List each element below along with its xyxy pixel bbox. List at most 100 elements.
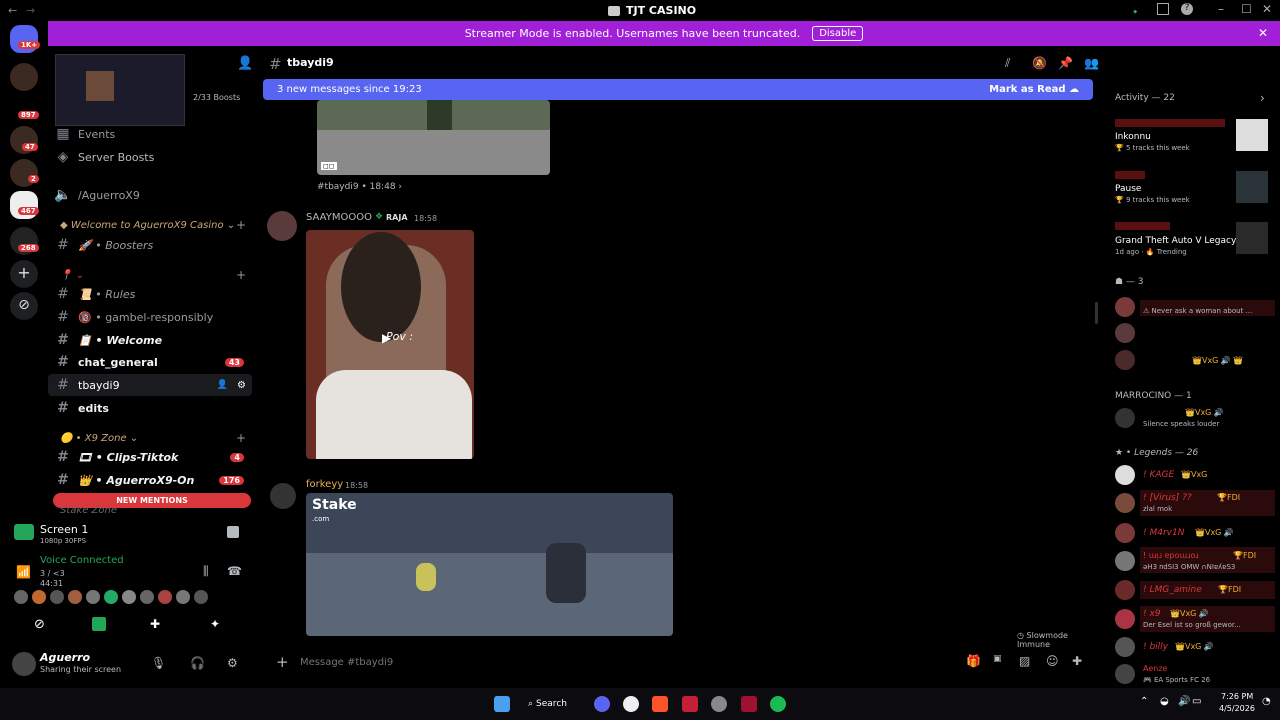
volume-icon[interactable]: 🔊 [1178,696,1190,707]
stream-preview[interactable] [55,54,185,126]
channel-aguerro-on[interactable]: # 👑 • AguerroX9-On 176 [48,469,252,491]
apps-icon[interactable]: ✚ [1072,654,1082,668]
avatar[interactable] [1115,523,1135,543]
avatar[interactable] [12,652,36,676]
server-icon-1[interactable] [10,63,38,91]
attach-plus-icon[interactable]: + [276,653,289,671]
invite-icon[interactable]: 👤 [237,56,253,71]
obs-taskbar-icon[interactable] [711,696,727,712]
sticker-icon[interactable]: ▨ [1019,654,1030,668]
minimize-icon[interactable]: – [1218,2,1224,16]
microphone-icon[interactable]: 🎙 [151,656,166,670]
member-name[interactable]: ! [Virus] ?? [1143,493,1192,503]
thread-link[interactable]: #tbaydi9 • 18:48 › [317,182,402,192]
mark-as-read-button[interactable]: Mark as Read ☁ [989,84,1079,95]
notifications-off-icon[interactable]: 🔕 [1032,56,1047,70]
notification-icon[interactable]: ◔ [1262,696,1271,707]
message-input[interactable] [300,654,900,670]
avatar[interactable] [1115,493,1135,513]
channel-welcome[interactable]: # 📋 • Welcome [48,329,252,351]
video-attachment-3[interactable]: Stake .com [306,493,673,636]
invite-member-icon[interactable]: 👤 [217,380,228,390]
avatar[interactable] [1115,465,1135,485]
play-icon[interactable]: ▶ [382,331,391,345]
battery-icon[interactable]: ▭ [1192,696,1201,707]
close-window-icon[interactable]: ✕ [1262,2,1272,16]
channel-edits[interactable]: # edits [48,397,252,419]
close-banner-icon[interactable]: ✕ [1258,26,1268,40]
member-name[interactable]: ! KAGE [1143,470,1174,480]
user-settings-icon[interactable]: ⚙ [227,656,238,670]
message-author[interactable]: forkeyy [306,479,343,490]
message-author[interactable]: SAAYMOOOO [306,212,372,223]
disconnect-icon[interactable]: ☎ [227,564,242,578]
back-icon[interactable]: ← [8,4,17,17]
member-list-icon[interactable]: 👥 [1084,56,1099,70]
clock-date[interactable]: 4/5/2026 [1219,704,1255,713]
gift-icon[interactable]: 🎁 [966,654,981,668]
channel-rules[interactable]: # 📜 • Rules [48,283,252,305]
maximize-icon[interactable]: ☐ [1241,2,1252,16]
member-name[interactable]: ! M4rv1N [1143,528,1184,538]
video-attachment-2[interactable]: Pov : ▶ [306,230,474,459]
add-channel-icon[interactable]: + [236,218,246,232]
avatar[interactable] [267,211,297,241]
avatar[interactable] [1115,297,1135,317]
avatar[interactable] [1115,350,1135,370]
clock-time[interactable]: 7:26 PM [1221,692,1253,701]
category-x9-zone[interactable]: 🟡 • X9 Zone ⌄ [60,433,138,444]
nitro-icon[interactable]: ⬩ [1133,4,1137,19]
avatar[interactable] [1115,323,1135,343]
activities-icon[interactable]: ✚ [150,617,160,631]
member-name[interactable]: ! billy [1143,642,1168,652]
category-stake-zone[interactable]: Stake Zone [60,505,117,516]
video-attachment-1[interactable]: ◻◻ [317,100,550,175]
add-channel-icon[interactable]: + [236,268,246,282]
server-boosts-item[interactable]: ◈ Server Boosts [48,146,252,168]
help-icon[interactable]: ? [1181,3,1193,15]
new-messages-bar[interactable]: 3 new messages since 19:23 Mark as Read … [263,79,1093,100]
avatar[interactable] [270,483,296,509]
add-server-icon[interactable]: + [10,260,38,288]
wifi-icon[interactable]: ◒ [1160,696,1169,707]
taskbar-search[interactable]: ⌕ Search [528,694,578,714]
avatar[interactable] [1115,408,1135,428]
voice-channel-aguerro[interactable]: 🔈/AguerroX9 [48,184,252,206]
headphones-icon[interactable]: 🎧 [190,656,205,670]
pinned-icon[interactable]: 📌 [1058,56,1073,70]
disable-button[interactable]: Disable [812,26,864,41]
chevron-right-icon[interactable]: › [1260,91,1265,105]
adobe-taskbar-icon[interactable] [682,696,698,712]
activity-name[interactable]: Inkonnu [1115,132,1151,142]
voice-participants[interactable] [14,590,214,606]
channel-boosters[interactable]: # 🚀 • Boosters [48,234,252,256]
member-name[interactable]: ! ɯᴉɹ ɐpoɯɹoɹ [1143,551,1199,560]
channel-tbaydi9[interactable]: # tbaydi9 👤 ⚙ [48,374,252,396]
avatar[interactable] [1115,609,1135,629]
emoji-icon[interactable]: ☺ [1046,654,1059,668]
spotify-taskbar-icon[interactable] [770,696,786,712]
channel-chat-general[interactable]: # chat_general 43 [48,351,252,373]
gif-icon[interactable]: ▣ [993,654,1002,664]
github-taskbar-icon[interactable] [623,696,639,712]
category-pin[interactable]: 📍 ⌄ [60,270,84,281]
events-item[interactable]: ▦ Events [48,123,252,145]
camera-off-icon[interactable]: ⊘ [34,617,45,632]
inbox-icon[interactable] [1157,3,1169,15]
channel-clips-tiktok[interactable]: # 🎞 • Clips-Tiktok 4 [48,446,252,468]
avatar[interactable] [1115,580,1135,600]
channel-gambel[interactable]: # 🔞 • gambel-responsibly [48,306,252,328]
brave-taskbar-icon[interactable] [652,696,668,712]
category-welcome[interactable]: ◆ Welcome to AguerroX9 Casino ⌄ [60,220,235,231]
scrollbar[interactable] [1095,302,1098,324]
avatar[interactable] [1115,551,1135,571]
activity-name[interactable]: Pause [1115,184,1141,194]
settings-gear-icon[interactable]: ⚙ [237,380,246,391]
tray-chevron-icon[interactable]: ⌃ [1140,696,1148,707]
noise-suppression-icon[interactable]: ⫼ [203,564,209,579]
threads-icon[interactable]: ⫽ [1005,56,1010,71]
avatar[interactable] [1115,664,1135,684]
soundboard-icon[interactable]: ✦ [210,617,220,631]
member-name[interactable]: ! LMG_amine [1143,585,1202,595]
share-screen-button[interactable] [92,617,106,631]
